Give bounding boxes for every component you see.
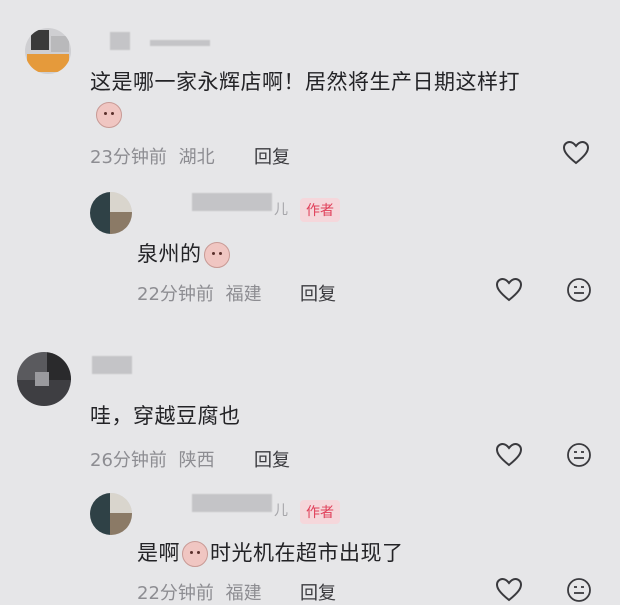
reply-button[interactable]: 回复 <box>300 579 336 605</box>
author-badge: 作者 <box>300 198 340 222</box>
comment-meta: 22分钟前 福建 <box>137 280 262 306</box>
reply-button[interactable]: 回复 <box>254 446 290 472</box>
laughing-face-emoji-icon <box>203 242 230 268</box>
laughing-face-emoji-icon <box>96 102 122 128</box>
comment-text: 这是哪一家永辉店啊！居然将生产日期这样打 <box>90 70 520 94</box>
username-tail[interactable]: 儿 <box>274 500 288 520</box>
neutral-face-icon[interactable] <box>566 442 592 468</box>
avatar[interactable] <box>90 192 132 234</box>
reply-button[interactable]: 回复 <box>254 143 290 169</box>
username-blurred[interactable] <box>92 356 132 374</box>
avatar[interactable] <box>17 352 71 406</box>
heart-icon[interactable] <box>495 277 523 303</box>
heart-icon[interactable] <box>495 442 523 468</box>
comment-location: 福建 <box>225 284 262 305</box>
author-badge: 作者 <box>300 500 340 524</box>
avatar[interactable] <box>90 493 132 535</box>
username-tail[interactable]: 儿 <box>274 199 288 219</box>
username-blurred[interactable] <box>192 494 272 512</box>
reply-button[interactable]: 回复 <box>300 280 336 306</box>
comment-meta: 26分钟前 陕西 <box>90 446 215 472</box>
neutral-face-icon[interactable] <box>566 577 592 603</box>
comment-time: 23分钟前 <box>90 147 167 168</box>
comment-text: 是啊 时光机在超市出现了 <box>137 541 404 567</box>
username-blurred[interactable] <box>150 40 210 46</box>
username-blurred[interactable] <box>110 32 130 50</box>
comment-location: 湖北 <box>178 147 215 168</box>
comment-meta: 22分钟前 福建 <box>137 579 262 605</box>
comment-meta: 23分钟前 湖北 <box>90 143 215 169</box>
comment-text: 哇，穿越豆腐也 <box>90 404 241 428</box>
comment-time: 22分钟前 <box>137 284 214 305</box>
comment-location: 陕西 <box>178 450 215 471</box>
heart-icon[interactable] <box>562 140 590 166</box>
comment-time: 26分钟前 <box>90 450 167 471</box>
comment-text: 泉州的 <box>137 238 232 268</box>
avatar[interactable] <box>25 28 71 74</box>
heart-icon[interactable] <box>495 577 523 603</box>
laughing-face-emoji-icon <box>182 541 208 567</box>
neutral-face-icon[interactable] <box>566 277 592 303</box>
username-blurred[interactable] <box>192 193 272 211</box>
